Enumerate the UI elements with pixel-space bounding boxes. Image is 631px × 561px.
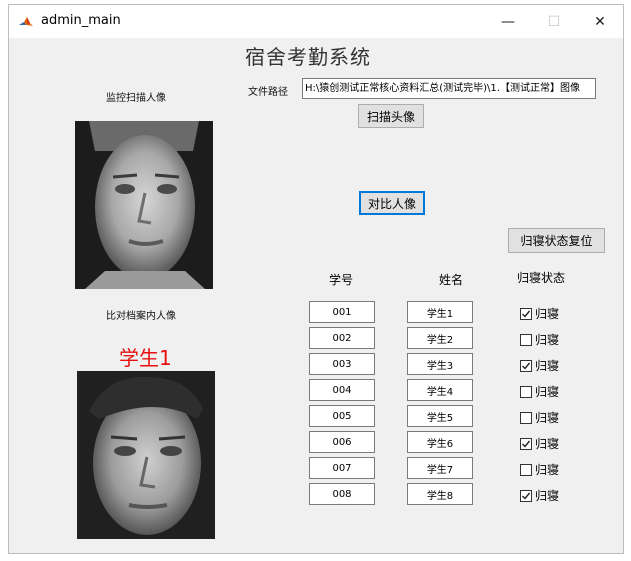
system-title: 宿舍考勤系统	[245, 45, 371, 69]
student-name-field[interactable]: 学生8	[407, 483, 473, 505]
checkbox-box[interactable]	[520, 359, 532, 372]
checkbox-box[interactable]	[520, 307, 532, 320]
checkbox-label: 归寝	[535, 307, 560, 321]
student-id-field[interactable]: 007	[309, 457, 375, 479]
student-name-field[interactable]: 学生7	[407, 457, 473, 479]
student-id-field[interactable]: 008	[309, 483, 375, 505]
column-header-name: 姓名	[439, 273, 464, 287]
checkmark-icon	[522, 440, 531, 448]
student-name-field[interactable]: 学生3	[407, 353, 473, 375]
checkbox-label: 归寝	[535, 333, 560, 347]
dorm-return-checkbox[interactable]: 归寝	[520, 435, 559, 452]
checkbox-label: 归寝	[535, 359, 560, 373]
student-name-field[interactable]: 学生4	[407, 379, 473, 401]
title-bar: admin_main — ☐ ✕	[9, 5, 623, 38]
archive-label: 比对档案内人像	[106, 311, 176, 322]
checkbox-label: 归寝	[535, 463, 560, 477]
matlab-icon	[18, 14, 34, 30]
checkbox-label: 归寝	[535, 385, 560, 399]
dorm-return-checkbox[interactable]: 归寝	[520, 357, 559, 374]
checkbox-label: 归寝	[535, 437, 560, 451]
maximize-button[interactable]: ☐	[531, 5, 577, 38]
student-name-field[interactable]: 学生1	[407, 301, 473, 323]
archive-face-image	[77, 371, 215, 539]
checkmark-icon	[522, 310, 531, 318]
student-id-field[interactable]: 001	[309, 301, 375, 323]
dorm-return-checkbox[interactable]: 归寝	[520, 461, 559, 478]
close-button[interactable]: ✕	[577, 5, 623, 38]
checkbox-box[interactable]	[520, 463, 532, 476]
student-id-field[interactable]: 005	[309, 405, 375, 427]
checkmark-icon	[522, 492, 531, 500]
app-window: admin_main — ☐ ✕ 宿舍考勤系统 监控扫描人像 比对档案内人像 学…	[8, 4, 624, 554]
checkbox-box[interactable]	[520, 333, 532, 346]
checkmark-icon	[522, 362, 531, 370]
checkbox-box[interactable]	[520, 489, 532, 502]
dorm-return-checkbox[interactable]: 归寝	[520, 409, 559, 426]
file-path-input[interactable]: H:\猿创测试正常核心资料汇总(测试完毕)\1.【测试正常】图像	[302, 78, 596, 99]
reset-status-button[interactable]: 归寝状态复位	[508, 228, 605, 253]
minimize-button[interactable]: —	[485, 5, 531, 38]
file-path-label: 文件路径	[248, 87, 288, 98]
monitor-face-image	[75, 121, 213, 289]
student-id-field[interactable]: 004	[309, 379, 375, 401]
student-id-field[interactable]: 002	[309, 327, 375, 349]
student-id-field[interactable]: 003	[309, 353, 375, 375]
window-title: admin_main	[41, 13, 121, 28]
dorm-return-checkbox[interactable]: 归寝	[520, 305, 559, 322]
dorm-return-checkbox[interactable]: 归寝	[520, 383, 559, 400]
dorm-return-checkbox[interactable]: 归寝	[520, 331, 559, 348]
student-name-field[interactable]: 学生2	[407, 327, 473, 349]
student-name-field[interactable]: 学生5	[407, 405, 473, 427]
student-name-field[interactable]: 学生6	[407, 431, 473, 453]
checkbox-box[interactable]	[520, 385, 532, 398]
checkbox-box[interactable]	[520, 437, 532, 450]
dorm-return-checkbox[interactable]: 归寝	[520, 487, 559, 504]
checkbox-box[interactable]	[520, 411, 532, 424]
column-header-id: 学号	[329, 273, 354, 287]
compare-button[interactable]: 对比人像	[359, 191, 425, 215]
checkbox-label: 归寝	[535, 411, 560, 425]
matched-student-name: 学生1	[119, 346, 172, 370]
monitor-label: 监控扫描人像	[106, 93, 166, 104]
checkbox-label: 归寝	[535, 489, 560, 503]
column-header-status: 归寝状态	[517, 271, 566, 285]
scan-button[interactable]: 扫描头像	[358, 104, 424, 128]
student-id-field[interactable]: 006	[309, 431, 375, 453]
